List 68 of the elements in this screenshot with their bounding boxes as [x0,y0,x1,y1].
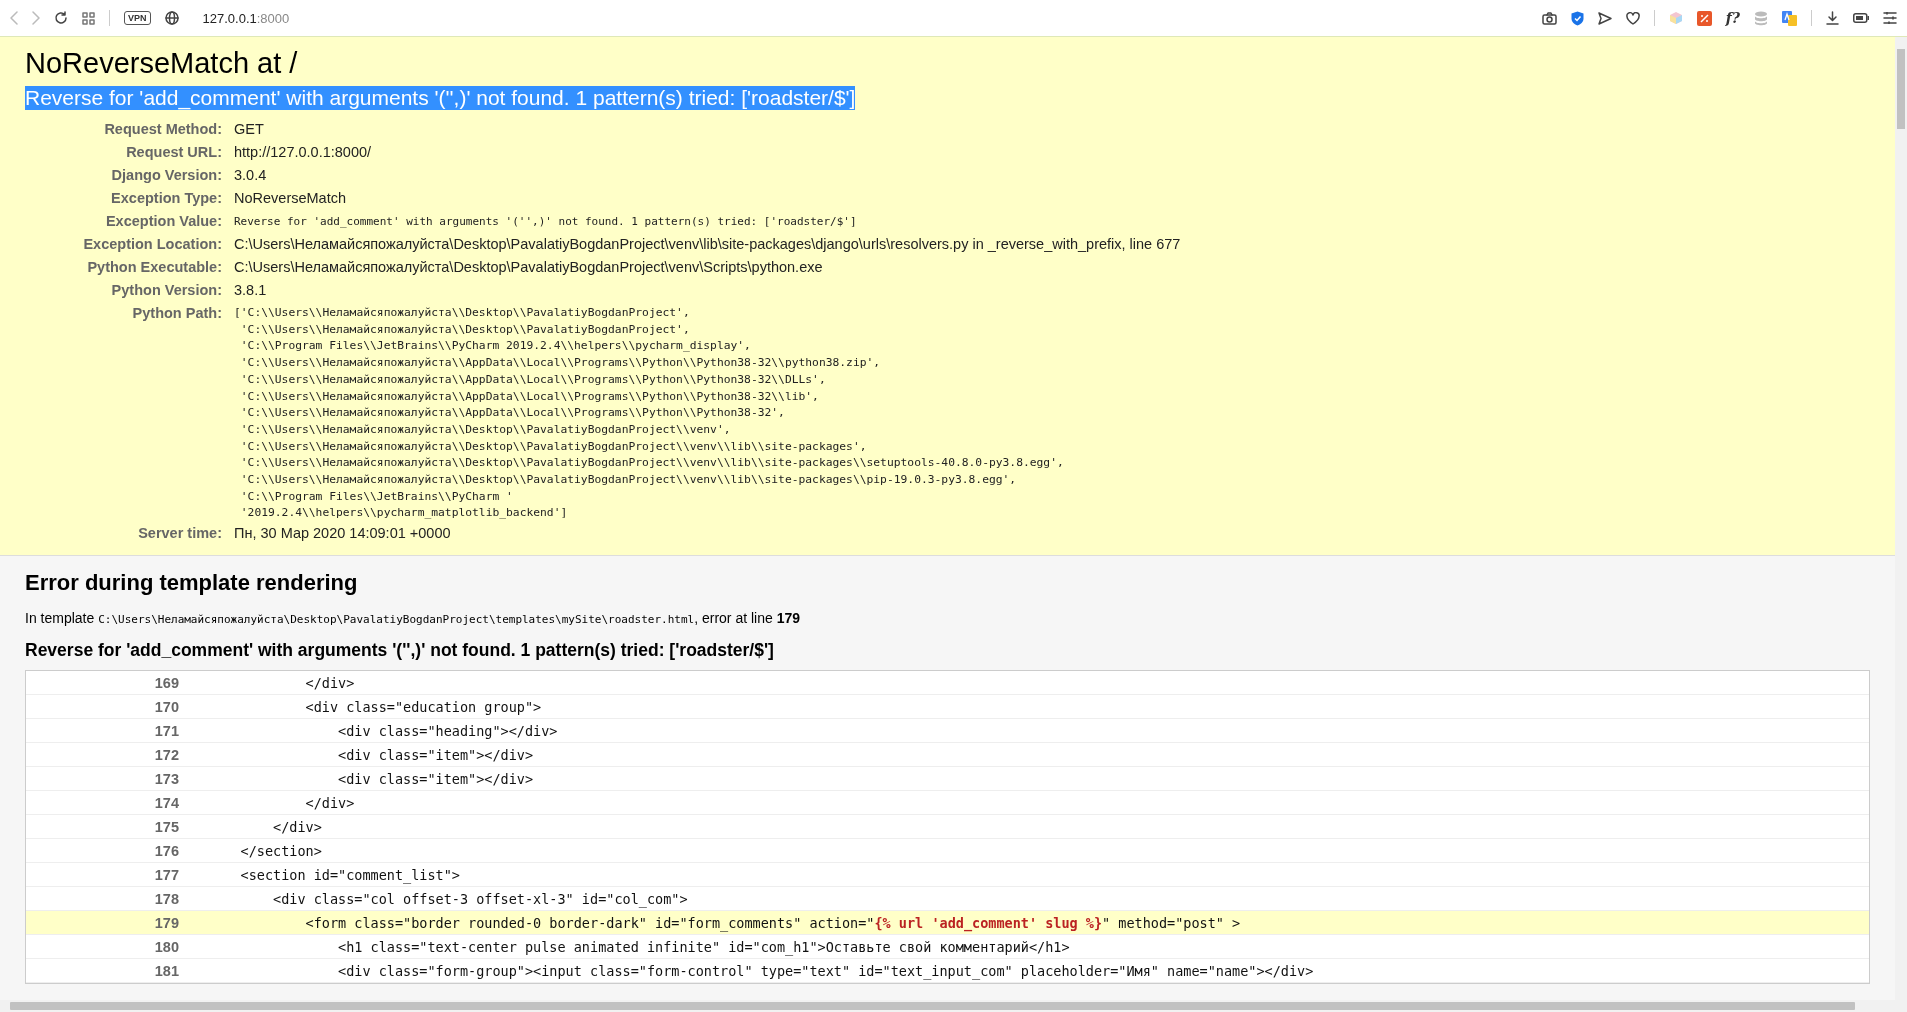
code-line: </div> [304,794,355,811]
line-number: 173 [153,770,180,787]
meta-value: 3.0.4 [234,166,268,185]
meta-label: Python Path: [131,304,222,323]
meta-label: Exception Location: [82,235,222,254]
line-number: 172 [153,746,180,763]
code-line: <div class="item"></div> [337,770,534,787]
code-line: <form class="border rounded-0 border-dark" id="form_comments" action="{% url 'add_comment' slug %}" method="post" > [304,914,1241,931]
code-line: <section id="comment_list"> [239,866,460,883]
error-message: Reverse for 'add_comment' with arguments '('',)' not found. 1 pattern(s) tried: ['roadster/$'] [25,86,856,110]
meta-value: C:\Users\Неламайсяпожалуйста\Desktop\PavalatiyBogdanProject\venv\lib\site-packages\django\urls\resolvers.py in _reverse_with_prefix, line 677 [234,235,1182,254]
send-icon[interactable] [1597,11,1612,25]
line-number: 170 [153,698,180,715]
meta-label: Python Executable: [86,258,222,277]
meta-value: NoReverseMatch [234,189,347,208]
extension-icon[interactable] [1696,10,1712,26]
download-icon[interactable] [1826,11,1839,25]
line-number: 176 [153,842,180,859]
line-number: 178 [153,890,180,907]
code-line: </section> [239,842,322,859]
vpn-badge[interactable]: VPN [124,11,151,25]
template-error: Reverse for 'add_comment' with arguments '('',)' not found. 1 pattern(s) tried: ['roadster/$'] [25,640,775,662]
code-line: <div class="heading"></div> [337,722,558,739]
meta-value: Reverse for 'add_comment' with arguments '('',)' not found. 1 pattern(s) tried: ['roadster/$'] [234,214,858,230]
python-path-list: ['C:\\Users\\Неламайсяпожалуйста\\Desktop\\PavalatiyBogdanProject', 'C:\\Users\\Неламайсяпожалуйста\\Desktop\\PavalatiyBogdanProject', 'C:\\Program Files\\JetBrains\\PyCharm 2019.2.4\\helpers\\pycharm_display', 'C:\\Users\\Неламайсяпожалуйста\\AppData\\Local\\Programs\\Python\\Python38-32\\python38.zip', 'C:\\Users\\Неламайсяпожалуйста\\AppData\\Local\\Programs\\Python\\Python38-32\\DLLs', 'C:\\Users\\Неламайсяпожалуйста\\AppData\\Local\\Programs\\Python\\Python38-32\\lib', 'C:\\Users\\Неламайсяпожалуйста\\AppData\\Local\\Programs\\Python\\Python38-32', 'C:\\Users\\Неламайсяпожалуйста\\Desktop\\PavalatiyBogdanProject\\venv', 'C:\\Users\\Неламайсяпожалуйста\\Desktop\\PavalatiyBogdanProject\\venv\\lib\\site-packages', 'C:\\Users\\Неламайсяпожалуйста\\Desktop\\PavalatiyBogdanProject\\venv\\lib\\site-packages\\setuptools-40.8.0-py3.8.egg', 'C:\\Users\\Неламайсяпожалуйста\\Desktop\\PavalatiyBogdanProject\\venv\\lib\\site-packages\\pip-19.0.3-py3.8.egg', 'C:\\Program Files\\JetBrains\\PyCharm ' '2019.2.4\\helpers\\pycharm_matplotlib_backend'] [234,302,1870,523]
extension-button[interactable]: f? [1725,10,1740,26]
camera-icon[interactable] [1541,11,1557,25]
code-line: <div class="education group"> [304,698,542,715]
code-line: <div class="item"></div> [337,746,534,763]
meta-label: Django Version: [110,166,222,185]
vertical-scrollbar[interactable] [1895,37,1907,1012]
line-number: 180 [153,938,180,955]
line-number: 179 [153,914,180,931]
reload-icon[interactable] [54,11,68,25]
meta-value: Пн, 30 Мар 2020 14:09:01 +0000 [234,524,452,544]
translate-icon[interactable] [1782,10,1797,26]
section-heading: Error during template rendering [25,570,359,597]
meta-value: http://127.0.0.1:8000/ [234,143,373,162]
battery-icon[interactable] [1853,13,1869,23]
meta-label: Python Version: [110,281,222,300]
code-line: <div class="form-group"><input class="form-control" type="text" id="text_input_com" placeholder="Имя" name="name"></div> [337,962,1314,979]
horizontal-scrollbar[interactable] [0,1000,1895,1012]
meta-label: Exception Type: [110,189,222,208]
template-info: In template C:\Users\Неламайсяпожалуйста\Desktop\PavalatiyBogdanProject\templates\mySite\roadster.html, error at line 179 [25,610,802,627]
meta-value: GET [234,120,265,139]
error-title: NoReverseMatch at / [25,47,299,80]
line-number: 171 [153,722,180,739]
meta-value: 3.8.1 [234,281,268,300]
code-line: <h1 class="text-center pulse animated infinite" id="com_h1">Оставьте свой комментарий</h1> [337,938,1070,955]
heart-icon[interactable] [1625,11,1640,25]
address-field[interactable]: 127.0.0.1:8000 [202,10,290,26]
code-line: <div class="col offset-3 offset-xl-3" id="col_com"> [272,890,688,907]
grid-icon[interactable] [82,11,95,25]
line-number: 177 [153,866,180,883]
line-number: 169 [153,674,180,691]
line-number: 181 [153,962,180,979]
code-line: </div> [304,674,355,691]
meta-value: C:\Users\Неламайсяпожалуйста\Desktop\PavalatiyBogdanProject\venv\Scripts\python.exe [234,258,824,277]
shield-icon[interactable] [1570,10,1584,26]
meta-label: Exception Value: [104,212,222,231]
meta-label: Request Method: [103,120,222,139]
line-number: 174 [153,794,180,811]
line-number: 175 [153,818,180,835]
globe-icon[interactable] [164,11,179,25]
menu-icon[interactable] [1883,12,1897,24]
code-line: </div> [272,818,322,835]
meta-label: Request URL: [125,143,222,162]
meta-label: Server time: [137,524,222,544]
